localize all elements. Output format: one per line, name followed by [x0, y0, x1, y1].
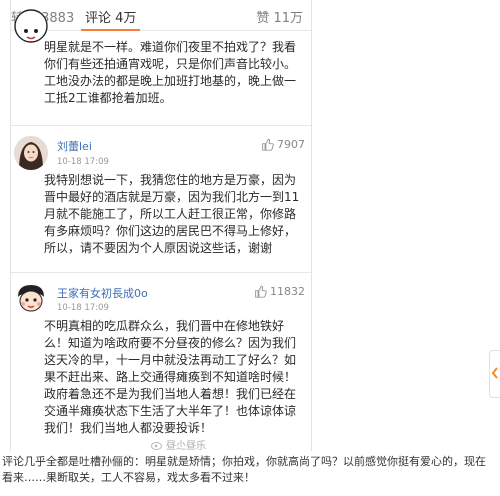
chevron-left-icon	[491, 367, 498, 379]
comment-text: 不明真相的吃瓜群众么，我们晋中在修地铁好么！知道为啥政府要不分昼夜的修么？因为我…	[44, 319, 297, 435]
comment-text: 明星就是不一样。难道你们夜里不拍戏了？我看你们有些还拍通宵戏呢，只是你们声音比较…	[44, 40, 297, 105]
tab-bar: 转发 3883 评论 4万 赞 11万	[11, 0, 311, 31]
thumbs-up-icon	[255, 285, 267, 298]
timestamp: 10-18 17:09	[57, 303, 109, 313]
like-button[interactable]: 7907	[261, 138, 305, 151]
username[interactable]: 王家有女初長成0o	[57, 285, 148, 301]
comment-item: 王家有女初長成0o 10-18 17:09 11832 不明真相的吃瓜群众么，我…	[11, 273, 311, 443]
weibo-logo-icon	[151, 441, 162, 450]
avatar[interactable]	[14, 136, 48, 170]
comment-text: 我特别想说一下，我猜您住的地方是万豪，因为晋中最好的酒店就是万豪，因为我们北方一…	[44, 173, 300, 255]
like-button[interactable]: 11832	[254, 285, 305, 298]
avatar[interactable]	[14, 281, 48, 315]
like-count: 7907	[277, 138, 305, 151]
tab-comment[interactable]: 评论 4万	[80, 7, 141, 31]
avatar[interactable]	[14, 9, 48, 43]
watermark: 昼尐昼乐	[151, 437, 206, 451]
comment-item: 明星就是不一样。难道你们夜里不拍戏了？我看你们有些还拍通宵戏呢，只是你们声音比较…	[11, 9, 311, 121]
timestamp: 10-18 17:09	[57, 157, 109, 167]
like-count: 11832	[270, 285, 305, 298]
caption-text: 评论几乎全都是吐槽孙俪的：明星就是矫情；你拍戏，你就高尚了吗？以前感觉你挺有爱心…	[2, 455, 486, 484]
side-float-button[interactable]	[489, 350, 500, 398]
username[interactable]: 刘蕾lei	[57, 138, 92, 154]
tab-likes[interactable]: 赞 11万	[256, 7, 303, 26]
comment-panel: 转发 3883 评论 4万 赞 11万 明星就是不一样。难道你们夜里不拍戏了？我…	[10, 0, 312, 451]
comment-item: 刘蕾lei 10-18 17:09 7907 我特别想说一下，我猜您住的地方是万…	[11, 126, 311, 271]
watermark-text: 昼尐昼乐	[166, 441, 206, 451]
thumbs-up-icon	[262, 138, 274, 151]
